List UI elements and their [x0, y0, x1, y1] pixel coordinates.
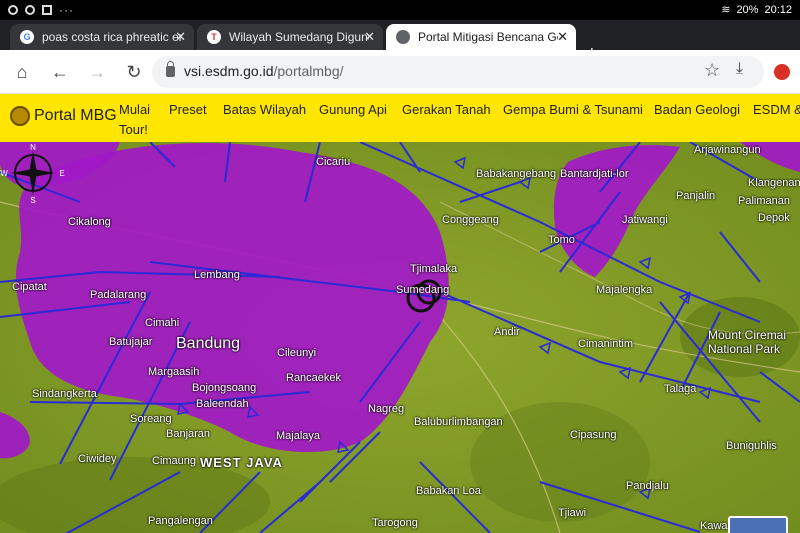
compass-n: N: [30, 143, 36, 152]
map-label: Panjalin: [676, 190, 716, 202]
map-label: Lembang: [194, 269, 240, 281]
map-label: Cimahi: [145, 317, 180, 329]
notification-icon: [25, 5, 35, 15]
map-label: Talaga: [664, 383, 697, 395]
tab-tribun[interactable]: T Wilayah Sumedang Diguncang ✕: [197, 24, 383, 50]
map-label: Baluburlimbangan: [414, 416, 503, 428]
clock: 20:12: [764, 3, 792, 16]
nav-batas-wilayah[interactable]: Batas Wilayah: [223, 100, 306, 120]
map-label: Margaasih: [148, 366, 200, 378]
url-domain: vsi.esdm.go.id: [184, 63, 274, 79]
map-label: Tjiawi: [558, 507, 587, 519]
globe-icon: [396, 30, 410, 44]
back-icon[interactable]: ←: [48, 60, 72, 84]
tab-google[interactable]: G poas costa rica phreatic eru ✕: [10, 24, 194, 50]
map-label: Conggeang: [442, 214, 499, 226]
map-label: Pangalengan: [148, 515, 213, 527]
close-icon[interactable]: ✕: [557, 29, 568, 45]
map-label: Cikalong: [68, 216, 111, 228]
map-label: Padalarang: [90, 289, 147, 301]
map-label: Nagreg: [368, 403, 405, 415]
gmail-icon: [42, 5, 52, 15]
map-label: Tjimalaka: [410, 263, 458, 275]
map-label: Andir: [494, 326, 520, 338]
map-label: Cipatat: [12, 281, 47, 293]
map-label: Palimanan: [738, 195, 790, 207]
browser-toolbar: ⌂ ← → ↻ vsi.esdm.go.id/portalmbg/ ☆ ⤓: [0, 50, 800, 94]
nav-preset[interactable]: Preset: [169, 100, 207, 120]
map-label: Sumedang: [396, 284, 450, 296]
reload-icon[interactable]: ↻: [122, 60, 146, 84]
map-label: Cicariu: [316, 156, 351, 168]
map-label: Batujajar: [109, 336, 153, 348]
nav-gerakan-tanah[interactable]: Gerakan Tanah: [402, 100, 491, 120]
url-path: /portalmbg/: [273, 63, 344, 79]
map-label: Soreang: [130, 413, 172, 425]
compass-rose-icon: N S E W: [0, 143, 64, 204]
tab-title: poas costa rica phreatic eru: [42, 30, 182, 44]
close-icon[interactable]: ✕: [175, 29, 186, 45]
nav-tour[interactable]: Mulai Tour!: [119, 100, 159, 140]
google-icon: G: [20, 30, 34, 44]
notification-icon: [8, 5, 18, 15]
map-label: Babakan Loa: [416, 485, 481, 497]
map-label: Majalengka: [596, 284, 653, 296]
extension-icon[interactable]: [774, 64, 790, 80]
nav-esdm[interactable]: ESDM &: [753, 100, 800, 120]
battery-label: 20%: [736, 3, 759, 16]
forward-icon[interactable]: →: [85, 60, 109, 84]
lock-icon: [166, 61, 175, 77]
esdm-logo-icon: [10, 106, 30, 126]
map-label: Klangenan: [748, 177, 800, 189]
tribun-icon: T: [207, 30, 221, 44]
wifi-icon: ≋: [721, 4, 731, 16]
map-label: Bojongsoang: [192, 382, 257, 394]
tab-strip: G poas costa rica phreatic eru ✕ T Wilay…: [0, 20, 800, 65]
map-label: Banjaran: [166, 428, 211, 440]
map-label: Bantardjati-lor: [560, 168, 629, 180]
map-label: Ciwidey: [78, 453, 117, 465]
map-label: Cimaung: [152, 455, 197, 467]
tab-title: Wilayah Sumedang Diguncang: [229, 30, 369, 44]
compass-e: E: [59, 169, 64, 178]
map-label: Rancaekek: [286, 372, 342, 384]
compass-w: W: [0, 169, 8, 178]
map-label: Majalaya: [276, 430, 321, 442]
download-icon[interactable]: ⤓: [736, 60, 743, 78]
status-bar: ··· ≋ 20% 20:12: [0, 0, 800, 20]
map-label: Pandjalu: [626, 480, 669, 492]
map-label: Buniguhlis: [726, 440, 777, 452]
map-label: Cileunyi: [277, 347, 317, 359]
map-label: Mount Ciremai National Park: [708, 328, 787, 356]
more-notifications-icon: ···: [59, 3, 74, 17]
map-label: Tarogong: [372, 517, 418, 529]
map-label: Arjawinangun: [694, 144, 761, 156]
address-bar[interactable]: vsi.esdm.go.id/portalmbg/ ☆ ⤓: [152, 56, 764, 88]
nav-gunung-api[interactable]: Gunung Api: [319, 100, 387, 120]
map-label: Babakangebang: [476, 168, 557, 180]
site-brand[interactable]: Portal MBG: [34, 107, 117, 125]
bookmark-star-icon[interactable]: ☆: [704, 60, 720, 81]
map-label: Tomo: [548, 234, 575, 246]
close-icon[interactable]: ✕: [364, 29, 375, 45]
home-icon[interactable]: ⌂: [10, 60, 34, 84]
map-label: Cipasung: [570, 429, 617, 441]
site-navbar: Portal MBG Mulai Tour! Preset Batas Wila…: [0, 94, 800, 142]
map-label: Sindangkerta: [32, 388, 97, 400]
tab-title: Portal Mitigasi Bencana Geo: [418, 30, 558, 44]
map-label: Jatiwangi: [622, 214, 668, 226]
nav-gempa-tsunami[interactable]: Gempa Bumi & Tsunami: [503, 100, 643, 120]
map-label: Kawa: [700, 520, 728, 532]
map-label: Cimanintim: [578, 338, 634, 350]
url-text: vsi.esdm.go.id/portalmbg/: [184, 63, 344, 79]
province-label: WEST JAVA: [200, 455, 283, 470]
map-view[interactable]: Cicariu Babakangebang Bantardjati-lor Ar…: [0, 142, 800, 533]
map-label: Depok: [758, 212, 790, 224]
compass-s: S: [30, 196, 35, 204]
map-label: Baleendah: [196, 398, 249, 410]
overview-minimap[interactable]: [728, 516, 788, 533]
nav-badan-geologi[interactable]: Badan Geologi: [654, 100, 740, 120]
tab-portal[interactable]: Portal Mitigasi Bencana Geo ✕: [386, 24, 576, 50]
map-label: Bandung: [176, 335, 241, 352]
